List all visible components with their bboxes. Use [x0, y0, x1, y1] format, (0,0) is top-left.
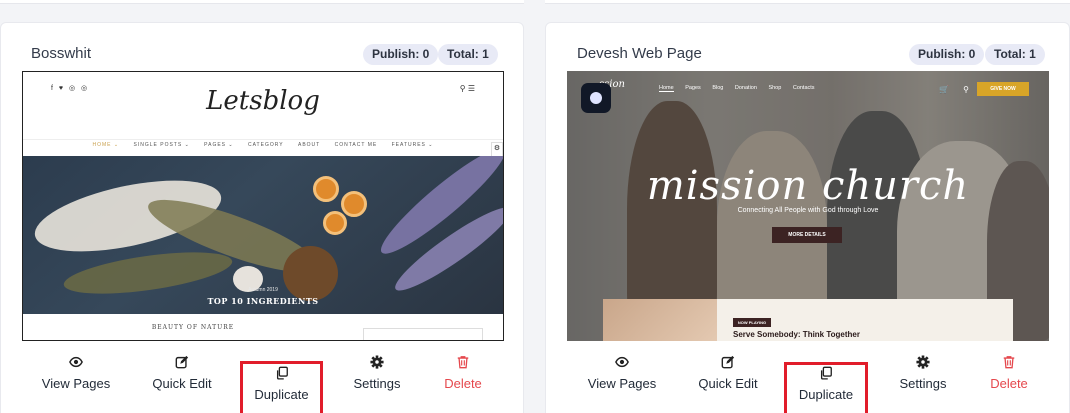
- duplicate-button[interactable]: Duplicate: [240, 361, 323, 413]
- blog-logo: Letsblog: [206, 86, 320, 116]
- blog-nav: HOME ⌄ SINGLE POSTS ⌄ PAGES ⌄ CATEGORY A…: [23, 142, 503, 148]
- app-logo-icon: [581, 83, 611, 113]
- settings-button[interactable]: Settings: [349, 353, 405, 403]
- eye-icon: [69, 356, 83, 368]
- section-heading: BEAUTY OF NATURE: [151, 324, 235, 331]
- blog-nav-item: CONTACT ME: [334, 142, 378, 148]
- action-label: View Pages: [587, 376, 657, 391]
- blog-nav-item: ABOUT: [297, 142, 321, 148]
- church-nav-item: Home: [659, 85, 674, 92]
- edit-icon: [175, 355, 189, 369]
- site-card: Devesh Web Page Publish: 0 Total: 1 ssio…: [545, 22, 1070, 413]
- church-nav: Home Pages Blog Donation Shop Contacts: [659, 85, 825, 92]
- view-pages-button[interactable]: View Pages: [38, 353, 114, 403]
- view-pages-button[interactable]: View Pages: [583, 353, 661, 403]
- search-menu-icons: ⚲ ☰: [459, 84, 475, 93]
- total-count-badge: Total: 1: [438, 44, 498, 65]
- blog-nav-item: HOME ⌄: [92, 142, 120, 148]
- edit-icon: [721, 355, 735, 369]
- action-label: Delete: [444, 376, 482, 391]
- blog-nav-item: FEATURES ⌄: [391, 142, 434, 148]
- church-nav-item: Contacts: [792, 85, 815, 91]
- church-headline: mission church: [646, 163, 970, 209]
- site-thumbnail[interactable]: ssion Home Pages Blog Donation Shop Cont…: [567, 71, 1049, 341]
- card-actions: View Pages Quick Edit Duplicate Settings…: [546, 353, 1069, 413]
- quick-edit-button[interactable]: Quick Edit: [695, 353, 761, 403]
- previous-card-edge-left: [0, 0, 524, 4]
- post-title: TOP 10 INGREDIENTS: [207, 296, 319, 306]
- site-thumbnail[interactable]: f ♥ ◎ ◎ Letsblog ⚲ ☰ HOME ⌄ SINGLE POSTS…: [22, 71, 504, 341]
- action-label: Duplicate: [254, 387, 309, 402]
- church-nav-item: Shop: [768, 85, 782, 91]
- sidebar-box: [363, 328, 483, 340]
- church-nav-item: Pages: [685, 85, 701, 91]
- gear-icon: [370, 355, 384, 369]
- site-card: Bosswhit Publish: 0 Total: 1 f ♥ ◎ ◎ Let…: [0, 22, 524, 413]
- delete-button[interactable]: Delete: [440, 353, 486, 403]
- blog-nav-item: CATEGORY: [247, 142, 284, 148]
- video-thumbnail: [603, 299, 717, 341]
- now-playing-badge: NOW PLAYING: [733, 318, 771, 327]
- sermon-title: Serve Somebody: Think Together: [733, 330, 860, 339]
- trash-icon: [1003, 356, 1015, 369]
- publish-count-badge: Publish: 0: [909, 44, 985, 65]
- more-details-button: MORE DETAILS: [772, 227, 842, 243]
- cart-search-icons: 🛒 ⚲: [939, 85, 976, 94]
- blog-header: f ♥ ◎ ◎ Letsblog ⚲ ☰: [23, 72, 503, 140]
- publish-count-badge: Publish: 0: [363, 44, 439, 65]
- settings-button[interactable]: Settings: [895, 353, 951, 403]
- church-tagline: Connecting All People with God through L…: [737, 207, 879, 214]
- eye-icon: [615, 356, 629, 368]
- blog-nav-item: PAGES ⌄: [204, 142, 234, 148]
- site-title: Devesh Web Page: [577, 45, 702, 62]
- card-actions: View Pages Quick Edit Duplicate Settings…: [1, 353, 523, 413]
- duplicate-button[interactable]: Duplicate: [784, 362, 868, 413]
- site-title: Bosswhit: [31, 45, 92, 62]
- action-label: Quick Edit: [152, 376, 212, 391]
- total-count-badge: Total: 1: [985, 44, 1045, 65]
- action-label: Settings: [899, 376, 947, 391]
- action-label: View Pages: [41, 376, 111, 391]
- post-kicker: Autumn 2019: [248, 287, 278, 293]
- previous-card-edge-right: [545, 0, 1070, 4]
- copy-icon: [276, 366, 288, 380]
- trash-icon: [457, 356, 469, 369]
- action-label: Quick Edit: [698, 376, 758, 391]
- copy-icon: [820, 366, 832, 380]
- action-label: Delete: [990, 376, 1028, 391]
- delete-button[interactable]: Delete: [985, 353, 1033, 403]
- blog-nav-item: SINGLE POSTS ⌄: [133, 142, 190, 148]
- church-nav-item: Blog: [712, 85, 724, 91]
- quick-edit-button[interactable]: Quick Edit: [149, 353, 215, 403]
- action-label: Settings: [353, 376, 401, 391]
- action-label: Duplicate: [798, 387, 854, 402]
- church-nav-item: Donation: [734, 85, 757, 91]
- gear-icon: [916, 355, 930, 369]
- give-now-button: GIVE NOW: [977, 82, 1029, 96]
